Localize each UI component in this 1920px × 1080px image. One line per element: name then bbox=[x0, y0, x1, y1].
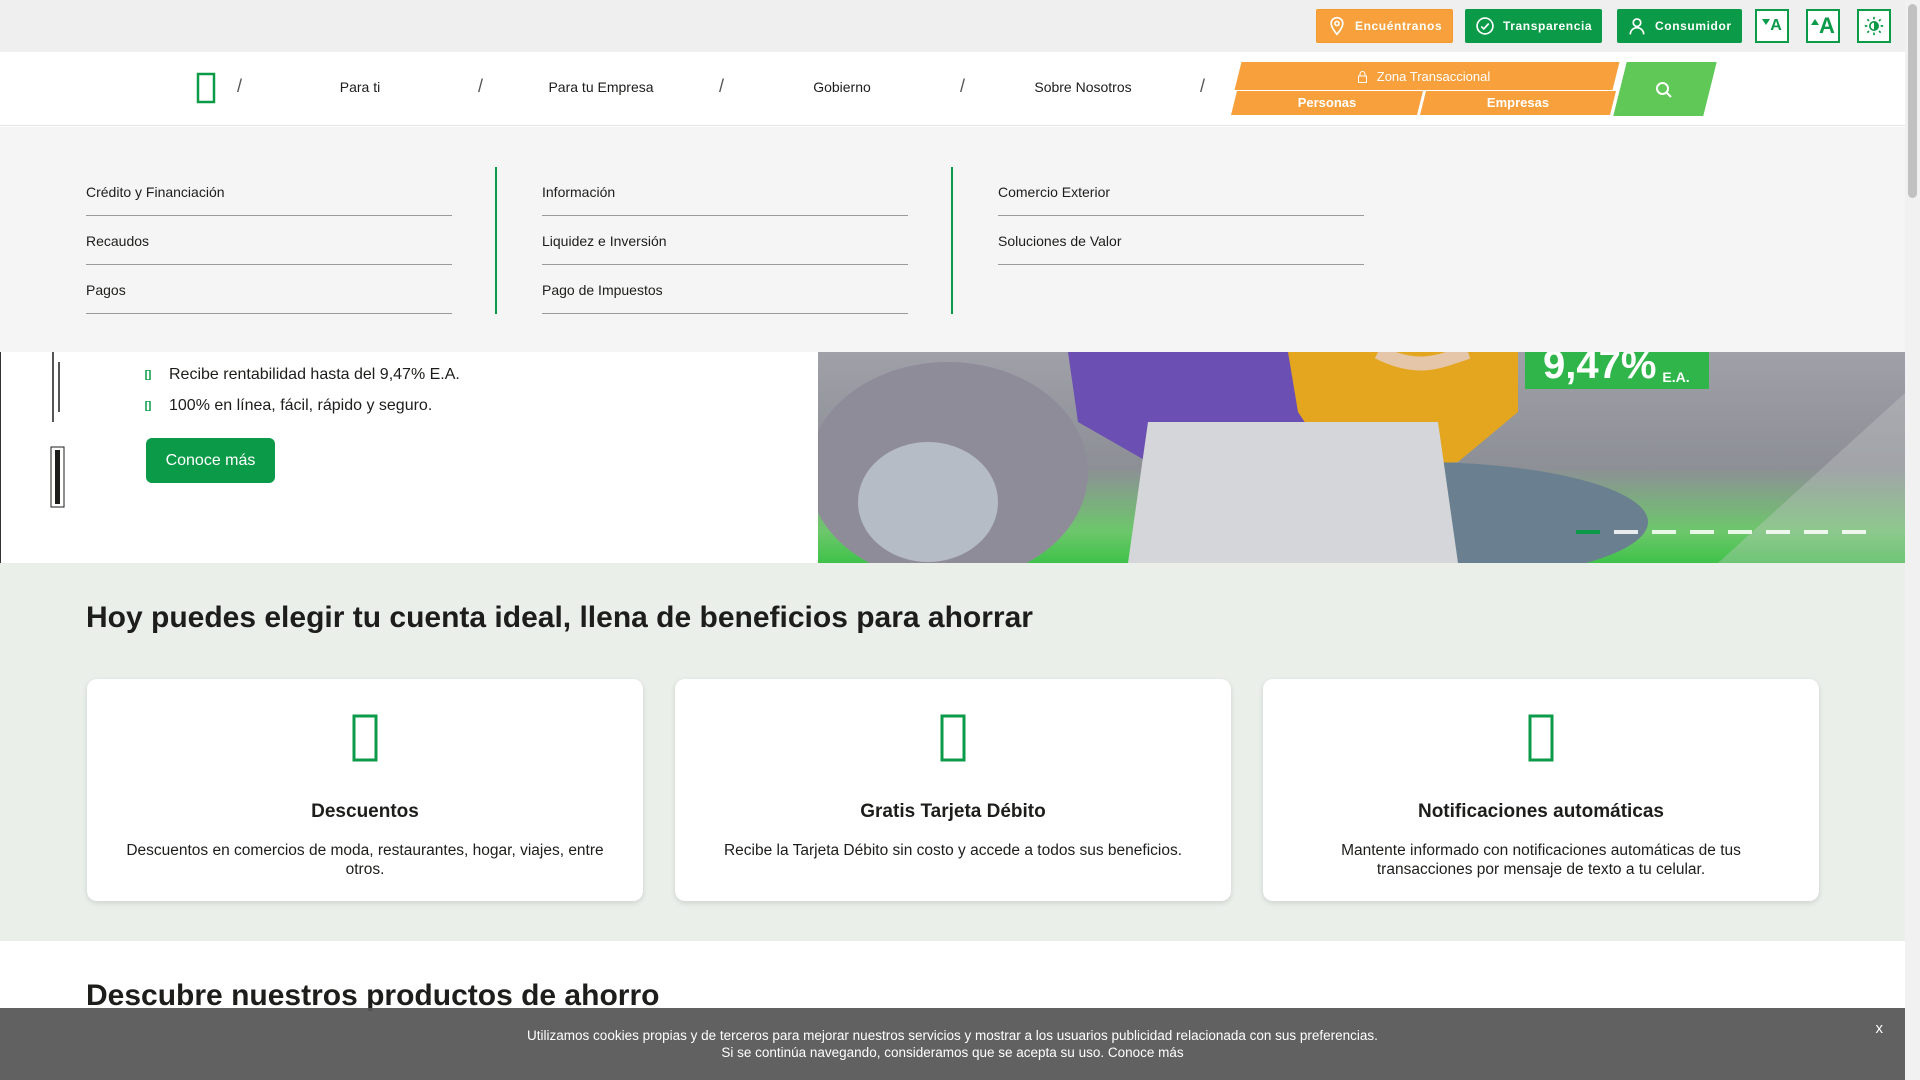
hero-bullet-text: 100% en línea, fácil, rápido y seguro. bbox=[169, 397, 433, 414]
menu-item-credito[interactable]: Crédito y Financiación bbox=[86, 167, 452, 216]
carousel-dot[interactable] bbox=[1766, 530, 1790, 534]
zone-header[interactable]: Zona Transaccional bbox=[1228, 69, 1620, 84]
nav-separator: / bbox=[237, 76, 243, 96]
benefit-card: Notificaciones automáticas Mantente info… bbox=[1263, 679, 1819, 901]
hero-bullet: 100% en línea, fácil, rápido y seguro. bbox=[145, 397, 432, 415]
nav-item-gobierno[interactable]: Gobierno bbox=[752, 79, 932, 95]
menu-divider bbox=[951, 167, 953, 314]
carousel-dot[interactable] bbox=[1652, 530, 1676, 534]
benefit-card-title: Gratis Tarjeta Débito bbox=[860, 801, 1046, 822]
carousel-dot[interactable] bbox=[1728, 530, 1752, 534]
mega-menu: Crédito y Financiación Recaudos Pagos In… bbox=[0, 127, 1905, 352]
user-icon bbox=[1629, 18, 1645, 35]
home-icon[interactable] bbox=[196, 72, 216, 104]
hero-banner: Recibe rentabilidad hasta del 9,47% E.A.… bbox=[0, 352, 1906, 563]
nav-item-para-ti[interactable]: Para ti bbox=[270, 79, 450, 95]
mega-menu-column: Comercio Exterior Soluciones de Valor bbox=[998, 167, 1364, 265]
contrast-button[interactable] bbox=[1857, 9, 1891, 43]
zone-persons-link[interactable]: Personas bbox=[1234, 95, 1420, 110]
cookie-close-button[interactable]: x bbox=[1876, 1020, 1884, 1037]
benefits-title: Hoy puedes elegir tu cuenta ideal, llena… bbox=[86, 601, 1033, 634]
page-scrollbar[interactable] bbox=[1905, 0, 1920, 1080]
rate-value: 9,47% bbox=[1543, 352, 1657, 387]
font-increase-button[interactable]: A bbox=[1806, 9, 1840, 43]
benefit-card: Descuentos Descuentos en comercios de mo… bbox=[87, 679, 643, 901]
font-increase-label: A bbox=[1819, 13, 1835, 38]
cookie-text-prefix: Si se continúa navegando, consideramos q… bbox=[721, 1045, 1105, 1060]
consumer-label: Consumidor bbox=[1655, 19, 1732, 33]
mega-menu-column: Crédito y Financiación Recaudos Pagos bbox=[86, 167, 452, 314]
menu-item-soluciones[interactable]: Soluciones de Valor bbox=[998, 216, 1364, 265]
benefit-card-desc: Recibe la Tarjeta Débito sin costo y acc… bbox=[723, 842, 1183, 859]
scrollbar-thumb[interactable] bbox=[1908, 4, 1917, 198]
nav-item-sobre-nosotros[interactable]: Sobre Nosotros bbox=[993, 79, 1173, 95]
bullet-icon bbox=[145, 401, 151, 411]
card-icon bbox=[940, 714, 966, 762]
zone-companies-link[interactable]: Empresas bbox=[1423, 95, 1613, 110]
menu-item-comercio-exterior[interactable]: Comercio Exterior bbox=[998, 167, 1364, 216]
cookie-banner: Utilizamos cookies propias y de terceros… bbox=[0, 1008, 1905, 1080]
contrast-icon bbox=[1864, 16, 1884, 36]
nav-separator: / bbox=[478, 76, 484, 96]
cookie-more-link[interactable]: Conoce más bbox=[1108, 1045, 1184, 1060]
carousel-dot[interactable] bbox=[1690, 530, 1714, 534]
hero-cta-button[interactable]: Conoce más bbox=[146, 438, 275, 483]
rate-unit: E.A. bbox=[1662, 369, 1690, 385]
menu-divider bbox=[495, 167, 497, 314]
menu-item-informacion[interactable]: Información bbox=[542, 167, 908, 216]
benefit-card: Gratis Tarjeta Débito Recibe la Tarjeta … bbox=[675, 679, 1231, 901]
location-pin-icon bbox=[1330, 16, 1344, 36]
nav-separator: / bbox=[1200, 76, 1206, 96]
font-decrease-button[interactable]: A bbox=[1755, 9, 1789, 43]
check-circle-icon bbox=[1476, 17, 1494, 35]
cookie-text: Utilizamos cookies propias y de terceros… bbox=[527, 1028, 1378, 1043]
menu-item-liquidez[interactable]: Liquidez e Inversión bbox=[542, 216, 908, 265]
menu-item-impuestos[interactable]: Pago de Impuestos bbox=[542, 265, 908, 314]
mega-menu-column: Información Liquidez e Inversión Pago de… bbox=[542, 167, 908, 314]
menu-item-pagos[interactable]: Pagos bbox=[86, 265, 452, 314]
tag-icon bbox=[352, 714, 378, 762]
carousel-dot[interactable] bbox=[1576, 530, 1600, 534]
carousel-indicators bbox=[1576, 530, 1866, 534]
carousel-dot[interactable] bbox=[1842, 530, 1866, 534]
transparency-button[interactable]: Transparencia bbox=[1465, 9, 1603, 43]
benefit-card-desc: Mantente informado con notificaciones au… bbox=[1341, 842, 1741, 878]
lock-icon bbox=[1357, 70, 1367, 83]
bullet-icon bbox=[145, 370, 151, 380]
benefit-card-title: Notificaciones automáticas bbox=[1417, 801, 1665, 822]
benefit-card-desc: Descuentos en comercios de moda, restaur… bbox=[126, 842, 604, 878]
hero-bullet: Recibe rentabilidad hasta del 9,47% E.A. bbox=[145, 366, 460, 384]
consumer-button[interactable]: Consumidor bbox=[1617, 9, 1742, 43]
locate-button[interactable]: Encuéntranos bbox=[1316, 9, 1454, 43]
search-icon[interactable] bbox=[1655, 81, 1673, 99]
vigilado-seal-icon bbox=[50, 352, 65, 508]
nav-separator: / bbox=[960, 76, 966, 96]
menu-item-recaudos[interactable]: Recaudos bbox=[86, 216, 452, 265]
carousel-dot[interactable] bbox=[1614, 530, 1638, 534]
hero-bullet-text: Recibe rentabilidad hasta del 9,47% E.A. bbox=[169, 366, 460, 383]
locate-label: Encuéntranos bbox=[1355, 19, 1443, 33]
phone-icon bbox=[1528, 714, 1554, 762]
hero-image: 9,47% E.A. bbox=[818, 352, 1906, 563]
utility-bar: Encuéntranos Transparencia Consumidor A … bbox=[0, 0, 1905, 52]
benefit-card-title: Descuentos bbox=[311, 801, 419, 822]
nav-separator: / bbox=[719, 76, 725, 96]
arrow-up-icon bbox=[1811, 19, 1820, 25]
arrow-down-icon bbox=[1762, 19, 1771, 25]
carousel-dot[interactable] bbox=[1804, 530, 1828, 534]
zone-title: Zona Transaccional bbox=[1376, 69, 1491, 84]
nav-item-para-tu-empresa[interactable]: Para tu Empresa bbox=[511, 79, 691, 95]
cookie-text-second: Si se continúa navegando, consideramos q… bbox=[0, 1045, 1905, 1060]
rate-badge: 9,47% E.A. bbox=[1525, 352, 1709, 389]
benefits-section: Hoy puedes elegir tu cuenta ideal, llena… bbox=[0, 563, 1905, 941]
main-navigation: / Para ti / Para tu Empresa / Gobierno /… bbox=[0, 52, 1905, 126]
font-decrease-label: A bbox=[1770, 17, 1782, 34]
transparency-label: Transparencia bbox=[1503, 19, 1593, 33]
transactional-zone: Zona Transaccional Personas Empresas bbox=[1228, 62, 1620, 116]
